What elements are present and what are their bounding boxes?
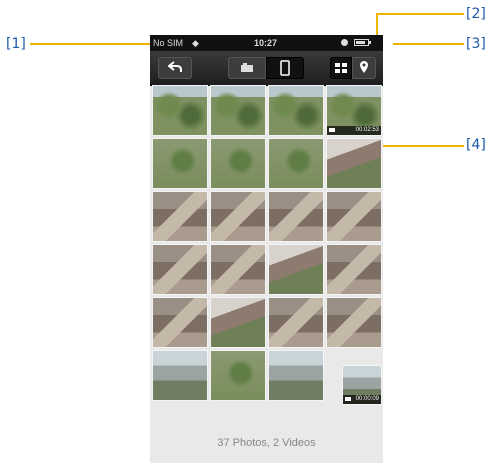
carrier-label: No SIM	[153, 38, 184, 48]
photo-thumbnail[interactable]	[152, 138, 208, 189]
video-duration: 00:02:53	[355, 127, 379, 133]
photo-thumbnail[interactable]	[268, 85, 324, 136]
grid-view-button[interactable]	[330, 57, 352, 79]
location-icon	[341, 39, 348, 46]
back-arrow-icon	[168, 61, 182, 72]
media-count-label: 37 Photos, 2 Videos	[217, 437, 316, 449]
video-thumbnail[interactable]: 00:00:09	[342, 365, 382, 405]
photo-thumbnail[interactable]	[210, 244, 266, 295]
callout-3-label: [3]	[466, 36, 486, 52]
photo-thumbnail[interactable]	[210, 191, 266, 242]
photo-thumbnail[interactable]	[268, 350, 324, 401]
photo-thumbnail[interactable]	[152, 191, 208, 242]
back-button[interactable]	[158, 57, 192, 79]
callout-1-label: [1]	[6, 36, 26, 52]
photo-thumbnail[interactable]	[326, 297, 382, 348]
phone-icon	[280, 60, 290, 76]
photo-thumbnail[interactable]	[152, 297, 208, 348]
photo-thumbnail[interactable]	[268, 244, 324, 295]
camera-icon	[241, 63, 253, 72]
status-bar: No SIM ◆ 10:27	[150, 35, 383, 51]
callout-2-line-h	[376, 13, 464, 15]
toolbar	[150, 51, 383, 86]
video-duration-bar: 00:00:09	[343, 395, 381, 404]
camera-source-button[interactable]	[228, 57, 266, 79]
photo-thumbnail[interactable]	[152, 350, 208, 401]
wifi-icon: ◆	[192, 38, 199, 48]
photo-thumbnail[interactable]	[326, 244, 382, 295]
video-thumbnail[interactable]: 00:02:53	[326, 85, 382, 136]
battery-icon	[354, 39, 371, 46]
photo-thumbnail[interactable]	[326, 191, 382, 242]
phone-screen: No SIM ◆ 10:27 00:02:53 00:00:09 37 Phot…	[150, 35, 383, 463]
photo-thumbnail[interactable]	[152, 244, 208, 295]
map-pin-icon	[360, 61, 368, 73]
photo-thumbnail[interactable]	[210, 85, 266, 136]
map-view-button[interactable]	[352, 57, 376, 79]
video-camera-icon	[329, 128, 335, 132]
photo-thumbnail[interactable]	[210, 350, 266, 401]
callout-3-line	[393, 43, 464, 45]
photo-thumbnail[interactable]	[268, 138, 324, 189]
photo-thumbnail[interactable]	[268, 191, 324, 242]
status-time: 10:27	[254, 38, 278, 48]
photo-thumbnail[interactable]	[210, 297, 266, 348]
photo-thumbnail[interactable]	[152, 85, 208, 136]
photo-thumbnail[interactable]	[326, 138, 382, 189]
media-grid: 00:02:53 00:00:09	[152, 85, 383, 425]
photo-thumbnail[interactable]	[268, 297, 324, 348]
callout-4-label: [4]	[466, 137, 486, 153]
photo-thumbnail[interactable]	[210, 138, 266, 189]
phone-source-button[interactable]	[266, 57, 304, 79]
video-duration: 00:00:09	[355, 396, 379, 402]
video-camera-icon	[345, 397, 351, 401]
grid-icon	[335, 63, 347, 73]
callout-2-label: [2]	[466, 6, 486, 22]
video-duration-bar: 00:02:53	[327, 126, 381, 135]
